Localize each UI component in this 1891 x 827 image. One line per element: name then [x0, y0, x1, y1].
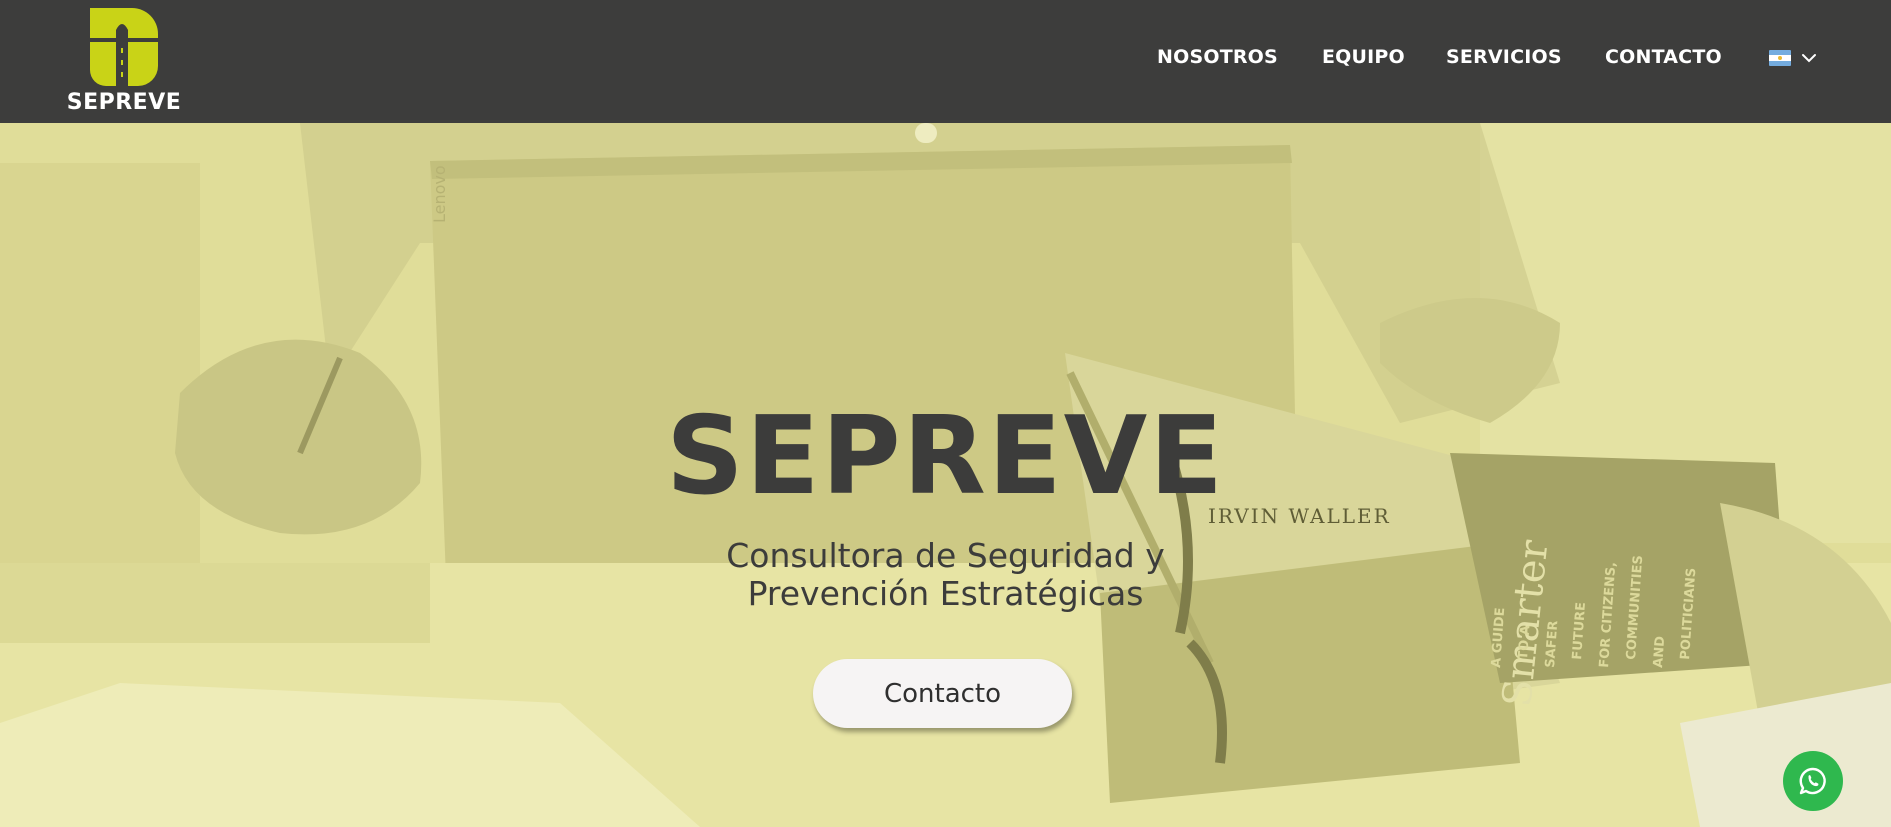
argentina-flag-icon: [1769, 50, 1791, 66]
nav-item-equipo[interactable]: EQUIPO: [1322, 46, 1405, 68]
contact-button[interactable]: Contacto: [813, 659, 1072, 728]
nav-item-servicios[interactable]: SERVICIOS: [1446, 46, 1562, 68]
book-subtitle-word: TO A: [1516, 625, 1533, 660]
logo-text: SEPREVE: [66, 90, 182, 115]
nav-item-nosotros[interactable]: NOSOTROS: [1157, 46, 1278, 68]
nav-item-contacto[interactable]: CONTACTO: [1605, 46, 1722, 68]
whatsapp-button[interactable]: [1783, 751, 1843, 811]
hero-section: Lenovo IRVIN WALLER Smarter A GUIDE TO AS…: [0, 123, 1891, 827]
hero-subtitle-line2: Prevención Estratégicas: [747, 574, 1144, 613]
hero-subtitle-line1: Consultora de Seguridad y: [726, 536, 1165, 575]
chevron-down-icon: [1802, 54, 1816, 63]
whatsapp-icon: [1799, 767, 1826, 795]
book-subtitle-word: AND: [1651, 635, 1668, 668]
language-selector[interactable]: [1769, 48, 1819, 70]
laptop-brand-text: Lenovo: [430, 165, 449, 223]
hero-title: SEPREVE: [665, 394, 1225, 519]
main-nav: NOSOTROS EQUIPO SERVICIOS CONTACTO: [0, 46, 1891, 74]
site-header: SEPREVE NOSOTROS EQUIPO SERVICIOS CONTAC…: [0, 0, 1891, 123]
